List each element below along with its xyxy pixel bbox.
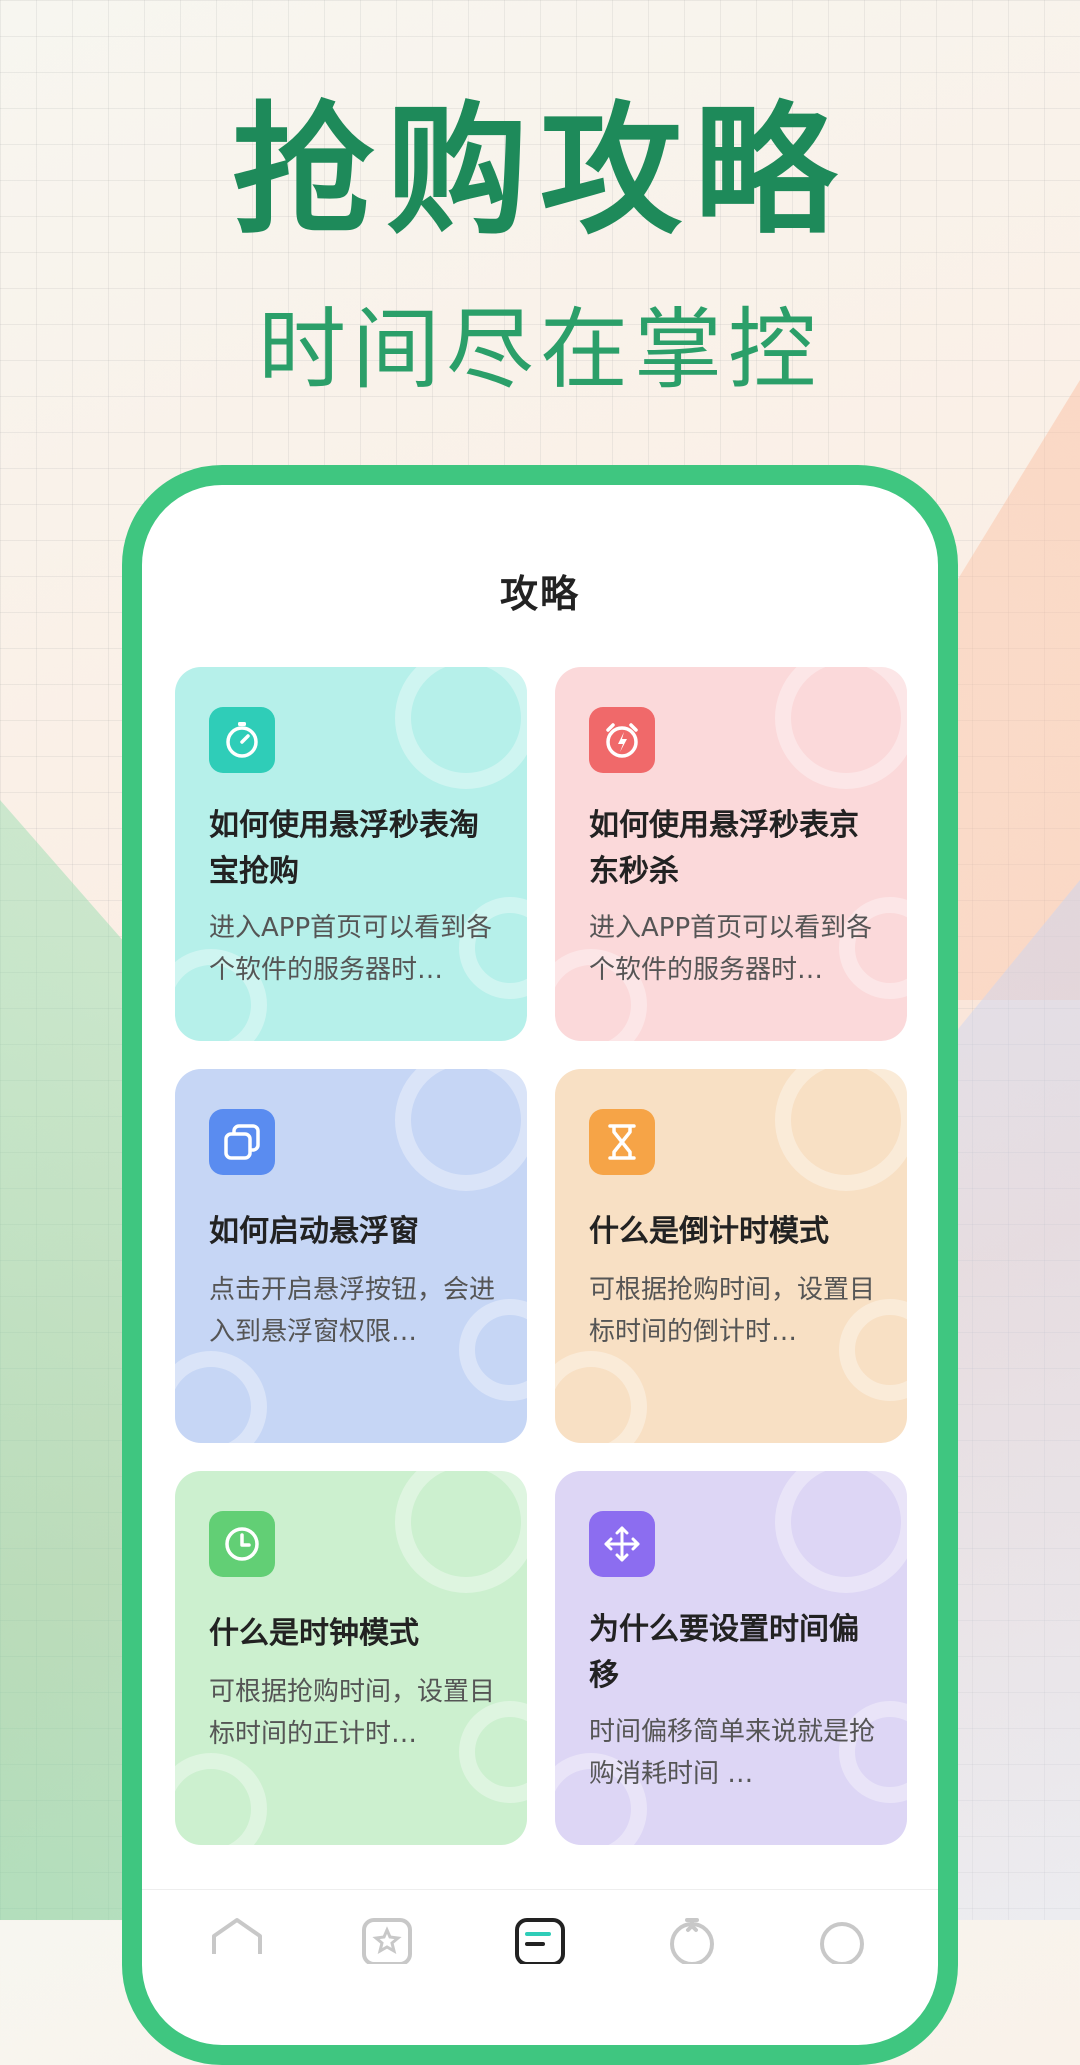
stopwatch-icon bbox=[209, 707, 275, 773]
bottom-tab-bar bbox=[142, 1889, 938, 2045]
guide-card-time-offset[interactable]: 为什么要设置时间偏移 时间偏移简单来说就是抢购消耗时间 … bbox=[555, 1471, 907, 1845]
decor-ring bbox=[775, 1471, 907, 1593]
guide-card-floating-window[interactable]: 如何启动悬浮窗 点击开启悬浮按钮，会进入到悬浮窗权限… bbox=[175, 1069, 527, 1443]
clock-icon bbox=[209, 1511, 275, 1577]
decor-ring bbox=[395, 1069, 527, 1191]
card-title: 为什么要设置时间偏移 bbox=[589, 1612, 859, 1693]
decor-ring bbox=[775, 667, 907, 789]
guide-card-clock-mode[interactable]: 什么是时钟模式 可根据抢购时间，设置目标时间的正计时… bbox=[175, 1471, 527, 1845]
card-description: 点击开启悬浮按钮，会进入到悬浮窗权限… bbox=[209, 1275, 496, 1347]
card-description: 进入APP首页可以看到各个软件的服务器时… bbox=[209, 913, 493, 985]
card-title: 什么是时钟模式 bbox=[209, 1616, 419, 1651]
guide-card-countdown[interactable]: 什么是倒计时模式 可根据抢购时间，设置目标时间的倒计时… bbox=[555, 1069, 907, 1443]
timer-icon[interactable] bbox=[657, 1914, 727, 1966]
card-description: 可根据抢购时间，设置目标时间的倒计时… bbox=[589, 1275, 876, 1347]
card-title: 什么是倒计时模式 bbox=[589, 1214, 829, 1249]
home-icon[interactable] bbox=[202, 1914, 272, 1964]
card-description: 可根据抢购时间，设置目标时间的正计时… bbox=[209, 1677, 496, 1749]
decor-ring bbox=[175, 1753, 267, 1845]
decor-ring bbox=[555, 1351, 647, 1443]
alarm-clock-icon bbox=[589, 707, 655, 773]
card-title: 如何启动悬浮窗 bbox=[209, 1214, 419, 1249]
card-title: 如何使用悬浮秒表京东秒杀 bbox=[589, 808, 859, 889]
windows-icon bbox=[209, 1109, 275, 1175]
page-title: 攻略 bbox=[499, 572, 580, 616]
banner-subtitle: 时间尽在掌控 bbox=[257, 298, 822, 401]
guide-card-taobao[interactable]: 如何使用悬浮秒表淘宝抢购 进入APP首页可以看到各个软件的服务器时… bbox=[175, 667, 527, 1041]
card-description: 进入APP首页可以看到各个软件的服务器时… bbox=[589, 913, 873, 985]
profile-icon[interactable] bbox=[807, 1914, 877, 1966]
phone-frame: 攻略 如何使用悬浮秒表淘宝抢购 进入APP首页可以看到各个软件的服务器时… 如何… bbox=[122, 465, 958, 2065]
decor-ring bbox=[395, 1471, 527, 1593]
decor-ring bbox=[775, 1069, 907, 1191]
guide-card-jd[interactable]: 如何使用悬浮秒表京东秒杀 进入APP首页可以看到各个软件的服务器时… bbox=[555, 667, 907, 1041]
favorite-icon[interactable] bbox=[352, 1914, 422, 1966]
card-title: 如何使用悬浮秒表淘宝抢购 bbox=[209, 808, 479, 889]
banner-title: 抢购攻略 bbox=[232, 89, 848, 254]
decor-ring bbox=[175, 1351, 267, 1443]
decor-ring bbox=[395, 667, 527, 789]
hourglass-icon bbox=[589, 1109, 655, 1175]
card-description: 时间偏移简单来说就是抢购消耗时间 … bbox=[589, 1717, 876, 1789]
guide-icon[interactable] bbox=[505, 1914, 575, 1966]
move-arrows-icon bbox=[589, 1511, 655, 1577]
